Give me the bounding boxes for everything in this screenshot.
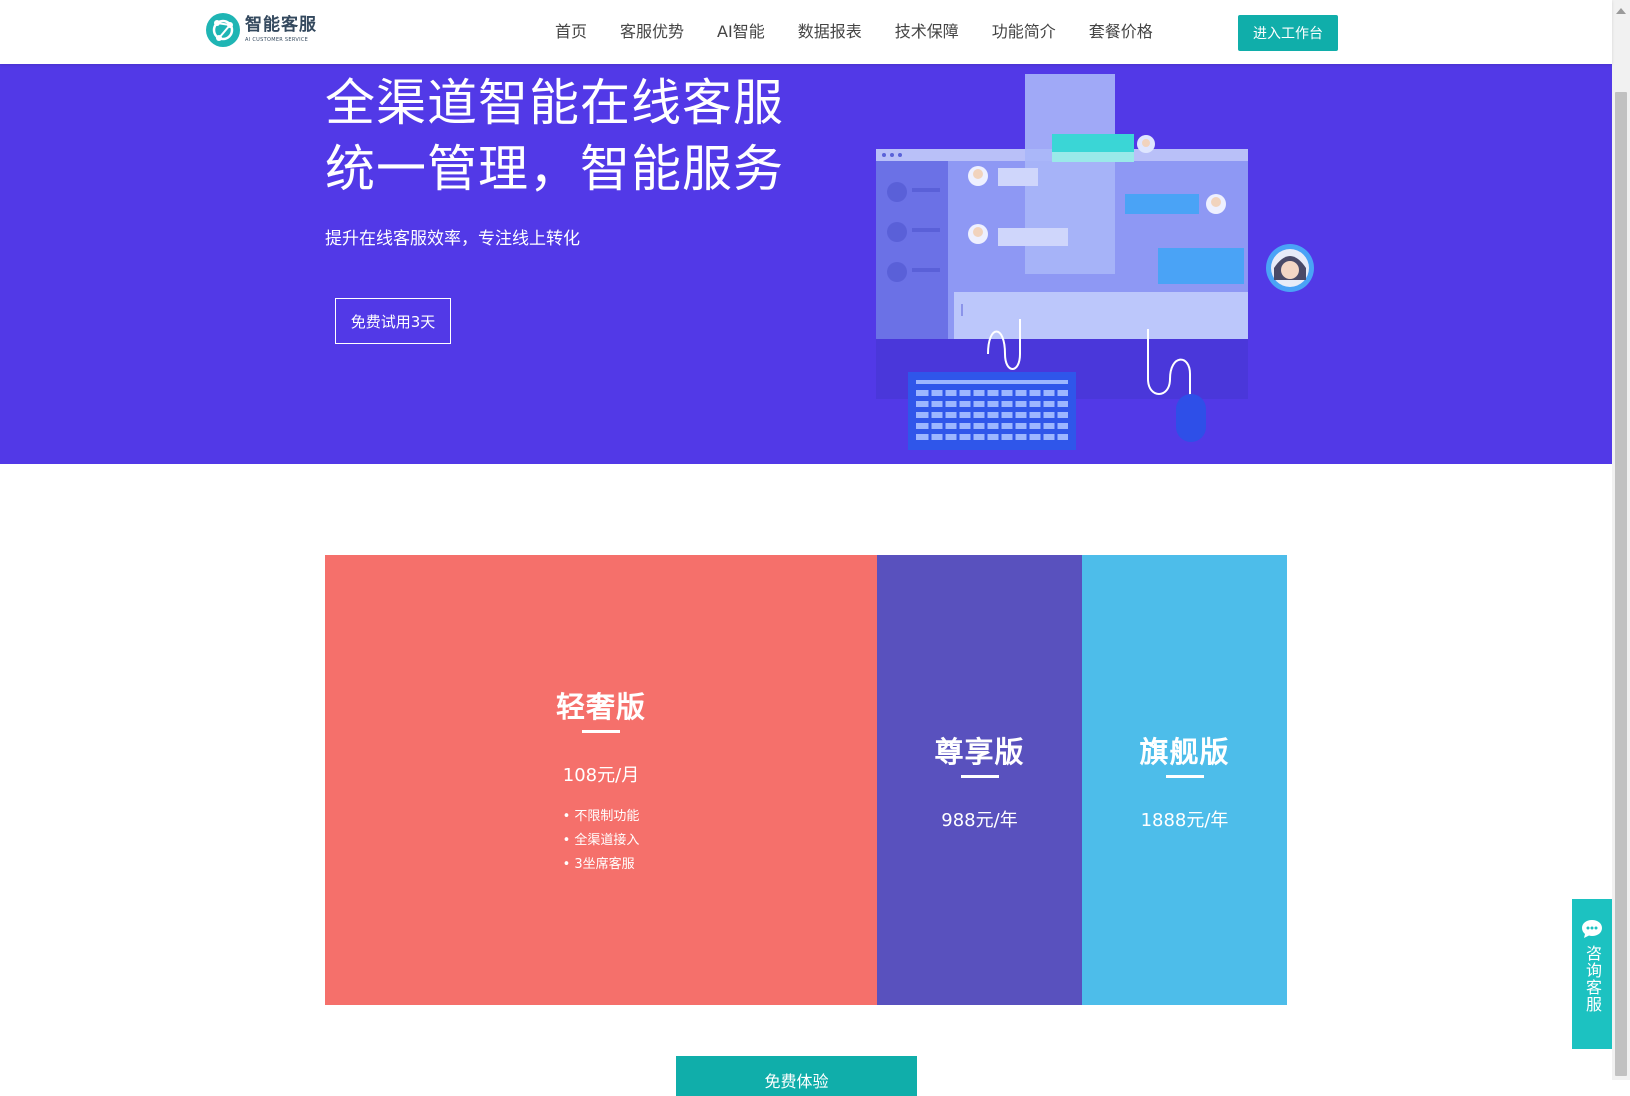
page-scrollbar[interactable] bbox=[1612, 0, 1630, 1080]
nav-features[interactable]: 功能简介 bbox=[992, 20, 1056, 44]
plan-feature: 不限制功能 bbox=[563, 805, 639, 829]
logo-title: 智能客服 bbox=[245, 15, 317, 35]
nav-advantages[interactable]: 客服优势 bbox=[620, 20, 684, 44]
consult-service-float[interactable]: 咨询客服 bbox=[1572, 899, 1612, 1049]
plan-card-premium[interactable]: 尊享版 988元/年 bbox=[877, 555, 1082, 1005]
plan-feature: 3坐席客服 bbox=[563, 853, 640, 877]
nav-reports[interactable]: 数据报表 bbox=[798, 20, 862, 44]
logo[interactable]: 智能客服 AI CUSTOMER SERVICE bbox=[206, 13, 317, 47]
hero-illustration bbox=[876, 74, 1314, 450]
hero-title: 全渠道智能在线客服 统一管理，智能服务 bbox=[325, 70, 784, 202]
hero-subtitle: 提升在线客服效率，专注线上转化 bbox=[325, 229, 580, 249]
hero-banner: 全渠道智能在线客服 统一管理，智能服务 提升在线客服效率，专注线上转化 免费试用… bbox=[0, 64, 1612, 464]
nav-ai[interactable]: AI智能 bbox=[717, 20, 765, 44]
nav-pricing[interactable]: 套餐价格 bbox=[1089, 20, 1153, 44]
plan-underline bbox=[960, 774, 999, 778]
plan-underline bbox=[1165, 774, 1204, 778]
plan-card-light[interactable]: 轻奢版 108元/月 不限制功能 全渠道接入 3坐席客服 bbox=[325, 555, 877, 1005]
workbench-button[interactable]: 进入工作台 bbox=[1238, 15, 1338, 51]
plan-card-flagship[interactable]: 旗舰版 1888元/年 bbox=[1082, 555, 1287, 1005]
scroll-up-arrow-icon[interactable] bbox=[1616, 8, 1626, 14]
hero-title-line1: 全渠道智能在线客服 bbox=[325, 74, 784, 132]
consult-label: 咨询客服 bbox=[1583, 945, 1602, 1013]
scroll-thumb[interactable] bbox=[1615, 92, 1627, 1076]
free-trial-button[interactable]: 免费试用3天 bbox=[335, 298, 451, 344]
plan-name: 旗舰版 bbox=[1139, 734, 1230, 769]
logo-icon bbox=[206, 13, 240, 47]
plan-price: 108元/月 bbox=[562, 764, 640, 786]
pricing-section: 轻奢版 108元/月 不限制功能 全渠道接入 3坐席客服 尊享版 988元/年 … bbox=[325, 555, 1287, 1005]
main-nav: 首页 客服优势 AI智能 数据报表 技术保障 功能简介 套餐价格 bbox=[555, 20, 1186, 44]
plan-feature: 全渠道接入 bbox=[563, 829, 639, 853]
chat-bubble-icon bbox=[1582, 920, 1602, 938]
plan-feature-list: 不限制功能 全渠道接入 3坐席客服 bbox=[563, 805, 640, 877]
free-experience-button[interactable]: 免费体验 bbox=[676, 1056, 917, 1096]
hero-title-line2: 统一管理，智能服务 bbox=[325, 140, 784, 198]
plan-name: 尊享版 bbox=[934, 734, 1025, 769]
plan-underline bbox=[582, 729, 620, 733]
top-header: 智能客服 AI CUSTOMER SERVICE 首页 客服优势 AI智能 数据… bbox=[0, 0, 1612, 64]
nav-home[interactable]: 首页 bbox=[555, 20, 587, 44]
logo-subtitle: AI CUSTOMER SERVICE bbox=[245, 37, 309, 43]
plan-price: 1888元/年 bbox=[1140, 809, 1229, 831]
plan-price: 988元/年 bbox=[941, 809, 1018, 831]
nav-tech[interactable]: 技术保障 bbox=[895, 20, 959, 44]
plan-name: 轻奢版 bbox=[555, 689, 646, 724]
